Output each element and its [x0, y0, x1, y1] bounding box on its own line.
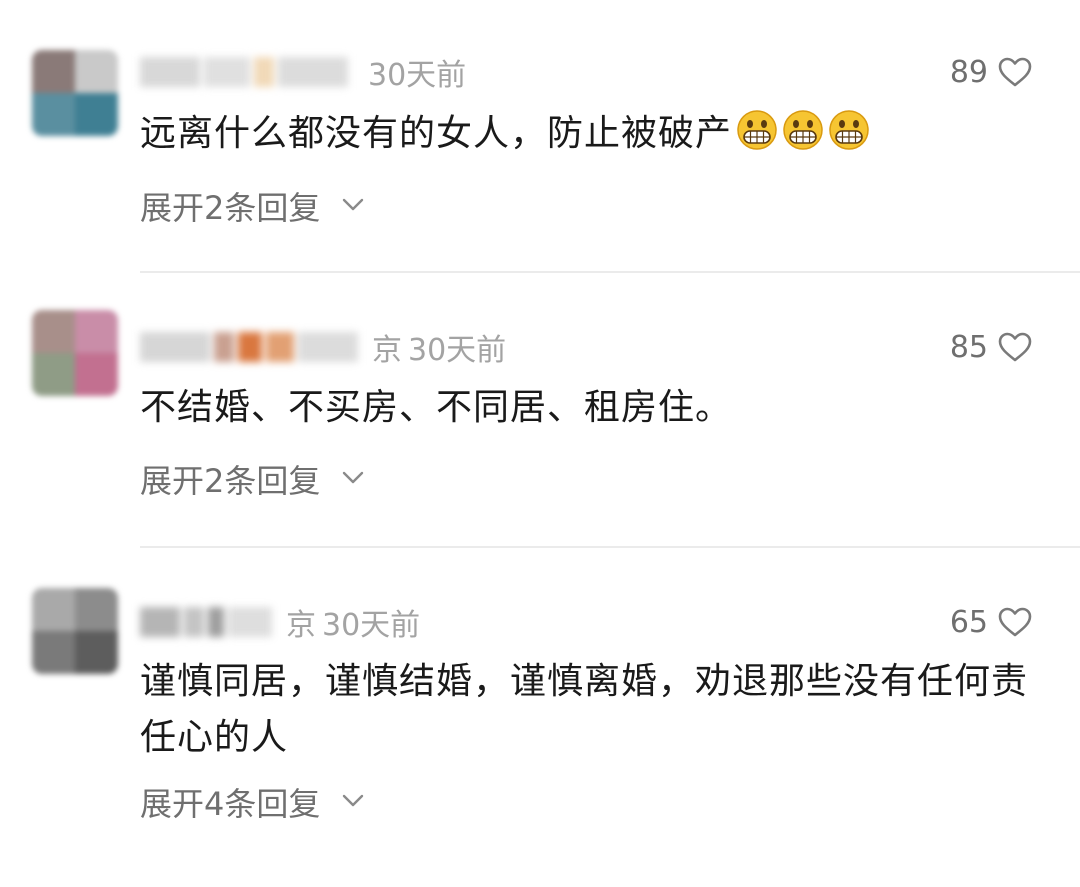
grinning-face-icon	[782, 109, 824, 151]
like-count: 85	[949, 329, 988, 365]
comment-time: 30天前	[408, 333, 507, 368]
heart-icon[interactable]	[998, 56, 1032, 88]
expand-replies-label: 展开2条回复	[140, 462, 321, 500]
expand-replies-button[interactable]: 展开2条回复	[140, 457, 364, 501]
comment-meta: 30天前	[140, 52, 467, 93]
expand-replies-label: 展开2条回复	[140, 189, 321, 227]
expand-replies-button[interactable]: 展开4条回复	[140, 780, 364, 824]
avatar[interactable]	[32, 50, 118, 136]
divider	[140, 271, 1080, 273]
username-redacted[interactable]	[140, 54, 352, 90]
comment-meta: 京 30天前	[140, 602, 421, 643]
like-count: 65	[949, 604, 988, 640]
expand-replies-label: 展开4条回复	[140, 785, 321, 823]
comment-time: 30天前	[368, 58, 467, 93]
comment-time: 30天前	[322, 608, 421, 643]
comment-location: 京	[372, 333, 402, 368]
comment-text: 不结婚、不买房、不同居、租房住。	[140, 387, 733, 428]
grinning-face-icon	[736, 109, 778, 151]
comment-text: 谨慎同居，谨慎结婚，谨慎离婚，劝退那些没有任何责任心的人	[140, 661, 1029, 758]
comment-location: 京	[286, 608, 316, 643]
like-count: 89	[949, 54, 988, 90]
like-button[interactable]: 89	[950, 52, 1032, 92]
comment-meta: 京 30天前	[140, 327, 507, 368]
heart-icon[interactable]	[998, 331, 1032, 363]
grinning-face-icon	[828, 109, 870, 151]
heart-icon[interactable]	[998, 606, 1032, 638]
avatar[interactable]	[32, 310, 118, 396]
avatar[interactable]	[32, 588, 118, 674]
chevron-down-icon	[342, 793, 364, 812]
like-button[interactable]: 65	[950, 602, 1032, 642]
chevron-down-icon	[342, 470, 364, 489]
chevron-down-icon	[342, 197, 364, 216]
expand-replies-button[interactable]: 展开2条回复	[140, 184, 364, 228]
username-redacted[interactable]	[140, 604, 276, 640]
username-redacted[interactable]	[140, 329, 362, 365]
comment-text-content: 远离什么都没有的女人，防止被破产	[140, 113, 733, 154]
comment-text: 远离什么都没有的女人，防止被破产	[140, 106, 1040, 162]
divider	[140, 546, 1080, 548]
like-button[interactable]: 85	[950, 327, 1032, 367]
